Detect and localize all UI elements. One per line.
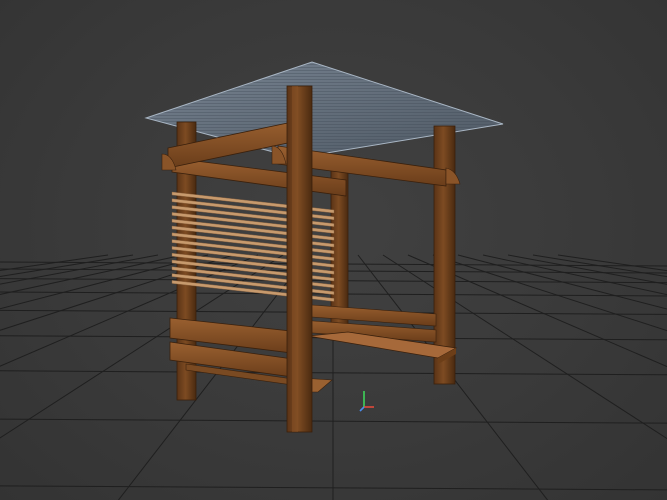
scene-canvas[interactable]	[0, 0, 667, 500]
grid-line	[382, 254, 667, 440]
grid-line	[457, 254, 667, 310]
axis-gizmo	[359, 391, 374, 412]
grid-line	[432, 254, 667, 332]
grid-line	[357, 254, 549, 500]
post-front-highlight	[292, 86, 298, 432]
grid-line	[507, 254, 667, 285]
grid-line	[557, 254, 667, 272]
axis-z-line	[359, 406, 365, 412]
grid-line	[482, 254, 667, 296]
post-front	[286, 85, 313, 433]
pergola-model[interactable]	[144, 61, 504, 433]
3d-viewport[interactable]	[0, 0, 667, 500]
